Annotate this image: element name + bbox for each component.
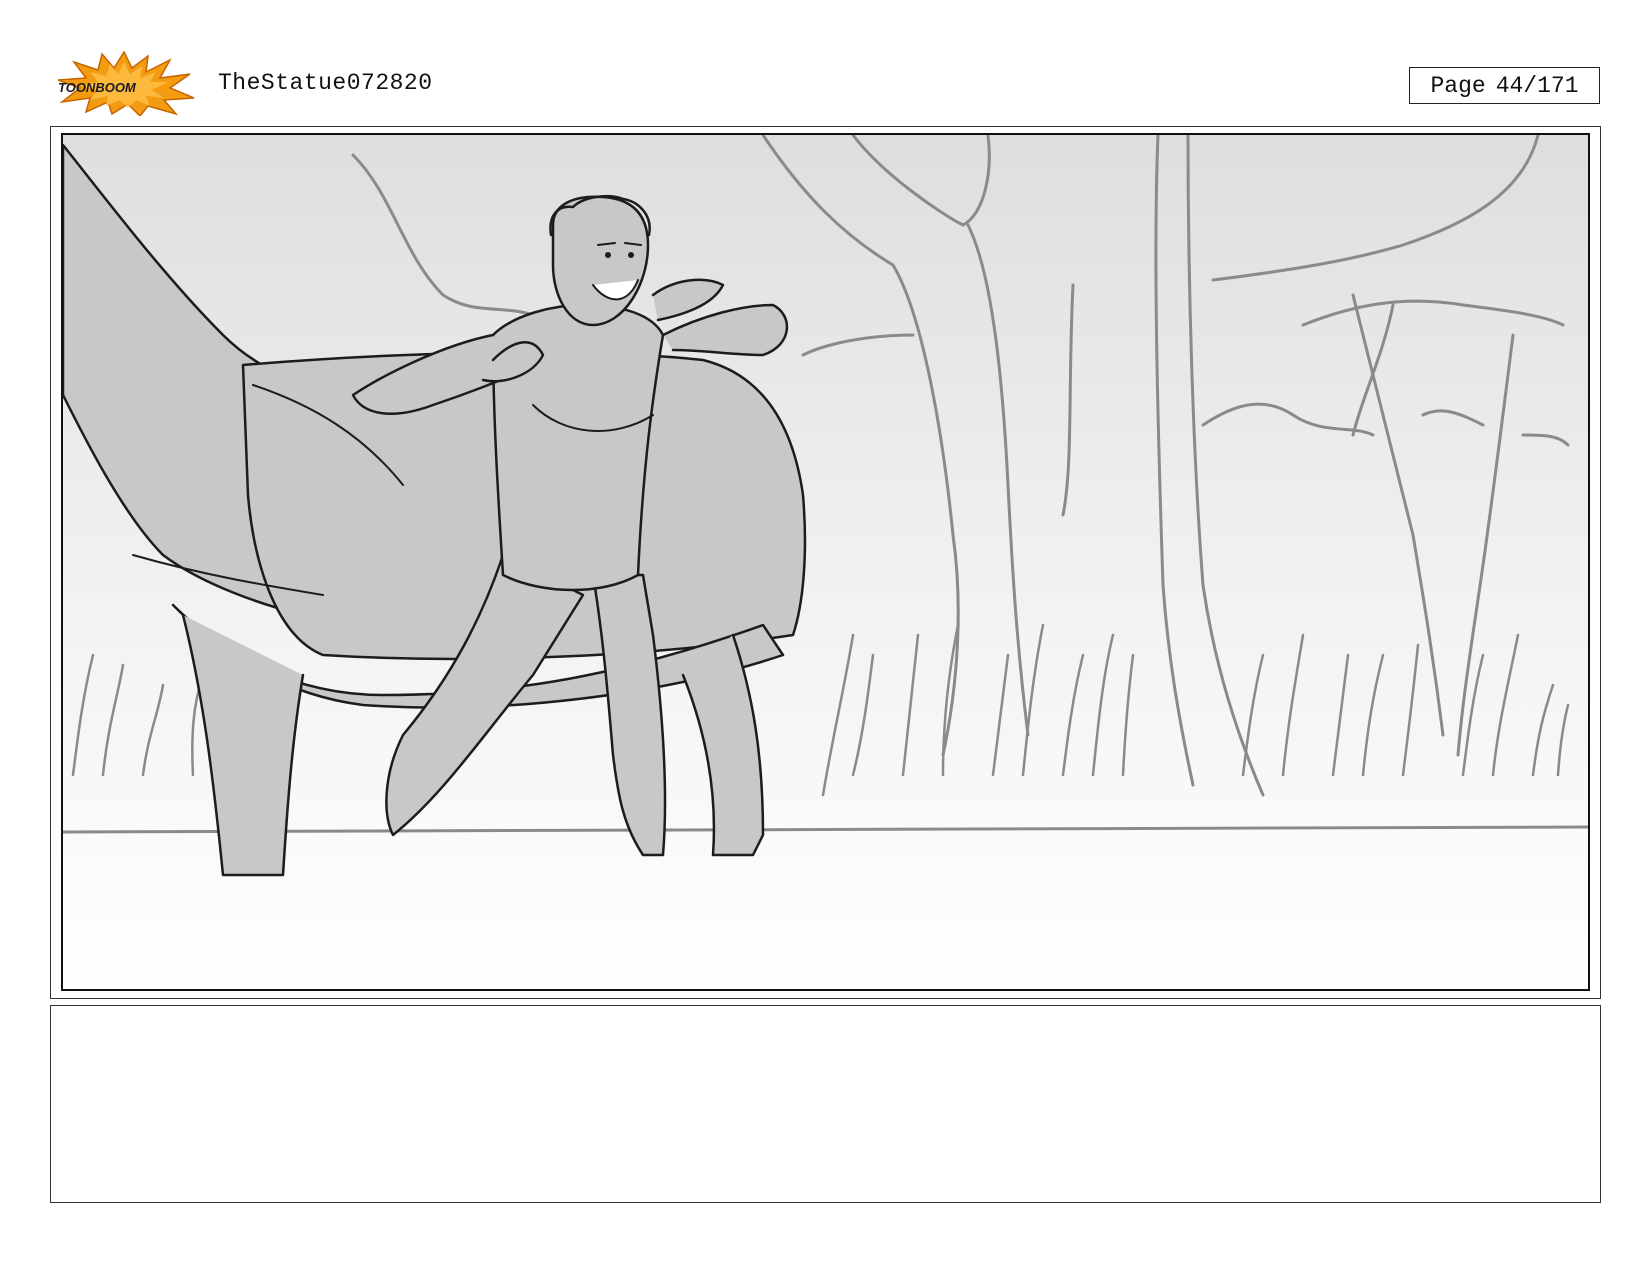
document-title: TheStatue072820 — [218, 70, 433, 96]
storyboard-panel — [61, 133, 1590, 991]
page-number: 44/171 — [1495, 72, 1579, 99]
panel-sketch — [63, 135, 1588, 989]
toonboom-logo: TOONBOOM — [57, 50, 195, 116]
page-indicator: Page 44/171 — [1409, 67, 1600, 104]
caption-box — [50, 1005, 1601, 1203]
page-label: Page — [1430, 72, 1486, 99]
logo-text: TOONBOOM — [58, 80, 137, 95]
